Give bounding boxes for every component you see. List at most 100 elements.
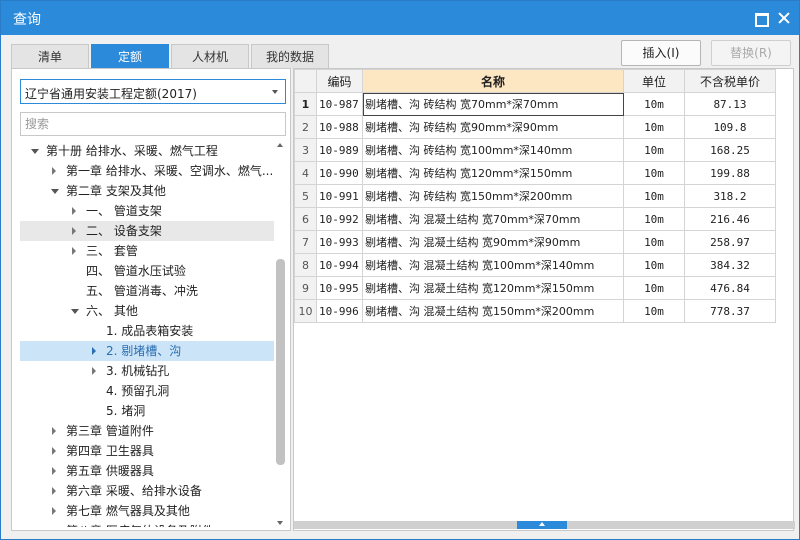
unit-cell[interactable]: 10m bbox=[623, 276, 685, 300]
table-row[interactable]: 9 10-995 剔堵槽、沟 混凝土结构 宽120mm*深150mm 10m 476.8… bbox=[294, 276, 776, 300]
close-icon[interactable] bbox=[776, 10, 792, 26]
price-cell[interactable]: 476.84 bbox=[684, 276, 776, 300]
row-number-cell[interactable]: 7 bbox=[294, 230, 317, 254]
tree-node[interactable]: 五、 管道消毒、冲洗 bbox=[20, 281, 274, 301]
caret-right-icon[interactable] bbox=[52, 487, 56, 495]
unit-cell[interactable]: 10m bbox=[623, 92, 685, 116]
name-cell[interactable]: 剔堵槽、沟 混凝土结构 宽100mm*深140mm bbox=[362, 253, 624, 277]
caret-right-icon[interactable] bbox=[72, 247, 76, 255]
price-cell[interactable]: 87.13 bbox=[684, 92, 776, 116]
name-cell[interactable]: 剔堵槽、沟 砖结构 宽90mm*深90mm bbox=[362, 115, 624, 139]
tab-my-data[interactable]: 我的数据 bbox=[251, 44, 329, 69]
caret-right-icon[interactable] bbox=[92, 347, 96, 355]
tree-scrollbar[interactable] bbox=[275, 141, 286, 527]
row-number-cell[interactable]: 4 bbox=[294, 161, 317, 185]
name-cell[interactable]: 剔堵槽、沟 砖结构 宽100mm*深140mm bbox=[362, 138, 624, 162]
table-row[interactable]: 2 10-988 剔堵槽、沟 砖结构 宽90mm*深90mm 10m 109.8 bbox=[294, 115, 776, 139]
tree-node[interactable]: 一、 管道支架 bbox=[20, 201, 274, 221]
tree-node[interactable]: 六、 其他 bbox=[20, 301, 274, 321]
tab-labor-material-machine[interactable]: 人材机 bbox=[171, 44, 249, 69]
tree-node[interactable]: 1. 成品表箱安装 bbox=[20, 321, 274, 341]
replace-button[interactable]: 替换(R) bbox=[711, 40, 791, 66]
tree-node[interactable]: 第十册 给排水、采暖、燃气工程 bbox=[20, 141, 274, 161]
code-cell[interactable]: 10-990 bbox=[316, 161, 363, 185]
caret-right-icon[interactable] bbox=[72, 227, 76, 235]
bottom-splitter[interactable] bbox=[294, 521, 795, 529]
price-cell[interactable]: 216.46 bbox=[684, 207, 776, 231]
search-input[interactable] bbox=[20, 112, 286, 136]
unit-cell[interactable]: 10m bbox=[623, 138, 685, 162]
unit-cell[interactable]: 10m bbox=[623, 161, 685, 185]
tree-node[interactable]: 第五章 供暖器具 bbox=[20, 461, 274, 481]
caret-down-icon[interactable] bbox=[71, 309, 79, 314]
code-cell[interactable]: 10-994 bbox=[316, 253, 363, 277]
table-row[interactable]: 5 10-991 剔堵槽、沟 砖结构 宽150mm*深200mm 10m 318.2 bbox=[294, 184, 776, 208]
tree-node[interactable]: 第七章 燃气器具及其他 bbox=[20, 501, 274, 521]
unit-cell[interactable]: 10m bbox=[623, 207, 685, 231]
code-cell[interactable]: 10-987 bbox=[316, 92, 363, 116]
price-cell[interactable]: 778.37 bbox=[684, 299, 776, 323]
table-row[interactable]: 10 10-996 剔堵槽、沟 混凝土结构 宽150mm*深200mm 10m 778.… bbox=[294, 299, 776, 323]
row-number-cell[interactable]: 9 bbox=[294, 276, 317, 300]
scroll-down-icon[interactable] bbox=[277, 521, 283, 525]
table-row[interactable]: 1 10-987 剔堵槽、沟 砖结构 宽70mm*深70mm 10m 87.13 bbox=[294, 92, 776, 116]
row-number-cell[interactable]: 8 bbox=[294, 253, 317, 277]
table-row[interactable]: 3 10-989 剔堵槽、沟 砖结构 宽100mm*深140mm 10m 168.25 bbox=[294, 138, 776, 162]
unit-cell[interactable]: 10m bbox=[623, 184, 685, 208]
name-cell[interactable]: 剔堵槽、沟 砖结构 宽120mm*深150mm bbox=[362, 161, 624, 185]
tree-node[interactable]: 4. 预留孔洞 bbox=[20, 381, 274, 401]
code-cell[interactable]: 10-991 bbox=[316, 184, 363, 208]
tree-node[interactable]: 2. 剔堵槽、沟 bbox=[20, 341, 274, 361]
caret-right-icon[interactable] bbox=[72, 207, 76, 215]
header-unit[interactable]: 单位 bbox=[623, 69, 685, 93]
name-cell[interactable]: 剔堵槽、沟 砖结构 宽150mm*深200mm bbox=[362, 184, 624, 208]
library-dropdown[interactable]: 辽宁省通用安装工程定额(2017) bbox=[20, 79, 286, 104]
code-cell[interactable]: 10-993 bbox=[316, 230, 363, 254]
name-cell[interactable]: 剔堵槽、沟 砖结构 宽70mm*深70mm bbox=[362, 92, 624, 116]
price-cell[interactable]: 168.25 bbox=[684, 138, 776, 162]
code-cell[interactable]: 10-989 bbox=[316, 138, 363, 162]
caret-right-icon[interactable] bbox=[52, 427, 56, 435]
tree-node[interactable]: 三、 套管 bbox=[20, 241, 274, 261]
tree-node[interactable]: 第二章 支架及其他 bbox=[20, 181, 274, 201]
table-row[interactable]: 8 10-994 剔堵槽、沟 混凝土结构 宽100mm*深140mm 10m 384.3… bbox=[294, 253, 776, 277]
collapse-panel-icon[interactable] bbox=[517, 521, 567, 529]
row-number-cell[interactable]: 2 bbox=[294, 115, 317, 139]
row-number-cell[interactable]: 3 bbox=[294, 138, 317, 162]
code-cell[interactable]: 10-996 bbox=[316, 299, 363, 323]
caret-right-icon[interactable] bbox=[52, 467, 56, 475]
tree-node[interactable]: 第六章 采暖、给排水设备 bbox=[20, 481, 274, 501]
tree-node[interactable]: 第三章 管道附件 bbox=[20, 421, 274, 441]
unit-cell[interactable]: 10m bbox=[623, 230, 685, 254]
row-number-cell[interactable]: 5 bbox=[294, 184, 317, 208]
caret-right-icon[interactable] bbox=[92, 367, 96, 375]
table-row[interactable]: 4 10-990 剔堵槽、沟 砖结构 宽120mm*深150mm 10m 199.88 bbox=[294, 161, 776, 185]
caret-right-icon[interactable] bbox=[52, 447, 56, 455]
row-number-cell[interactable]: 1 bbox=[294, 92, 317, 116]
tree-node[interactable]: 四、 管道水压试验 bbox=[20, 261, 274, 281]
name-cell[interactable]: 剔堵槽、沟 混凝土结构 宽90mm*深90mm bbox=[362, 230, 624, 254]
tree-node[interactable]: 3. 机械钻孔 bbox=[20, 361, 274, 381]
tree-node[interactable]: 5. 堵洞 bbox=[20, 401, 274, 421]
price-cell[interactable]: 384.32 bbox=[684, 253, 776, 277]
code-cell[interactable]: 10-992 bbox=[316, 207, 363, 231]
price-cell[interactable]: 258.97 bbox=[684, 230, 776, 254]
tree-node[interactable]: 二、 设备支架 bbox=[20, 221, 274, 241]
header-price-excl-tax[interactable]: 不含税单价 bbox=[684, 69, 776, 93]
header-name[interactable]: 名称 bbox=[362, 69, 624, 93]
table-row[interactable]: 6 10-992 剔堵槽、沟 混凝土结构 宽70mm*深70mm 10m 216.46 bbox=[294, 207, 776, 231]
tree-node[interactable]: 第八章 医疗气体设备及附件 bbox=[20, 521, 274, 527]
scrollbar-thumb[interactable] bbox=[276, 259, 285, 465]
tree-node[interactable]: 第四章 卫生器具 bbox=[20, 441, 274, 461]
tab-bill[interactable]: 清单 bbox=[11, 44, 89, 69]
insert-button[interactable]: 插入(I) bbox=[621, 40, 701, 66]
caret-right-icon[interactable] bbox=[52, 167, 56, 175]
caret-down-icon[interactable] bbox=[51, 189, 59, 194]
caret-right-icon[interactable] bbox=[52, 507, 56, 515]
maximize-icon[interactable] bbox=[752, 10, 769, 27]
unit-cell[interactable]: 10m bbox=[623, 299, 685, 323]
tree-node[interactable]: 第一章 给排水、采暖、空调水、燃气... bbox=[20, 161, 274, 181]
code-cell[interactable]: 10-995 bbox=[316, 276, 363, 300]
tab-norm[interactable]: 定额 bbox=[91, 44, 169, 69]
price-cell[interactable]: 199.88 bbox=[684, 161, 776, 185]
